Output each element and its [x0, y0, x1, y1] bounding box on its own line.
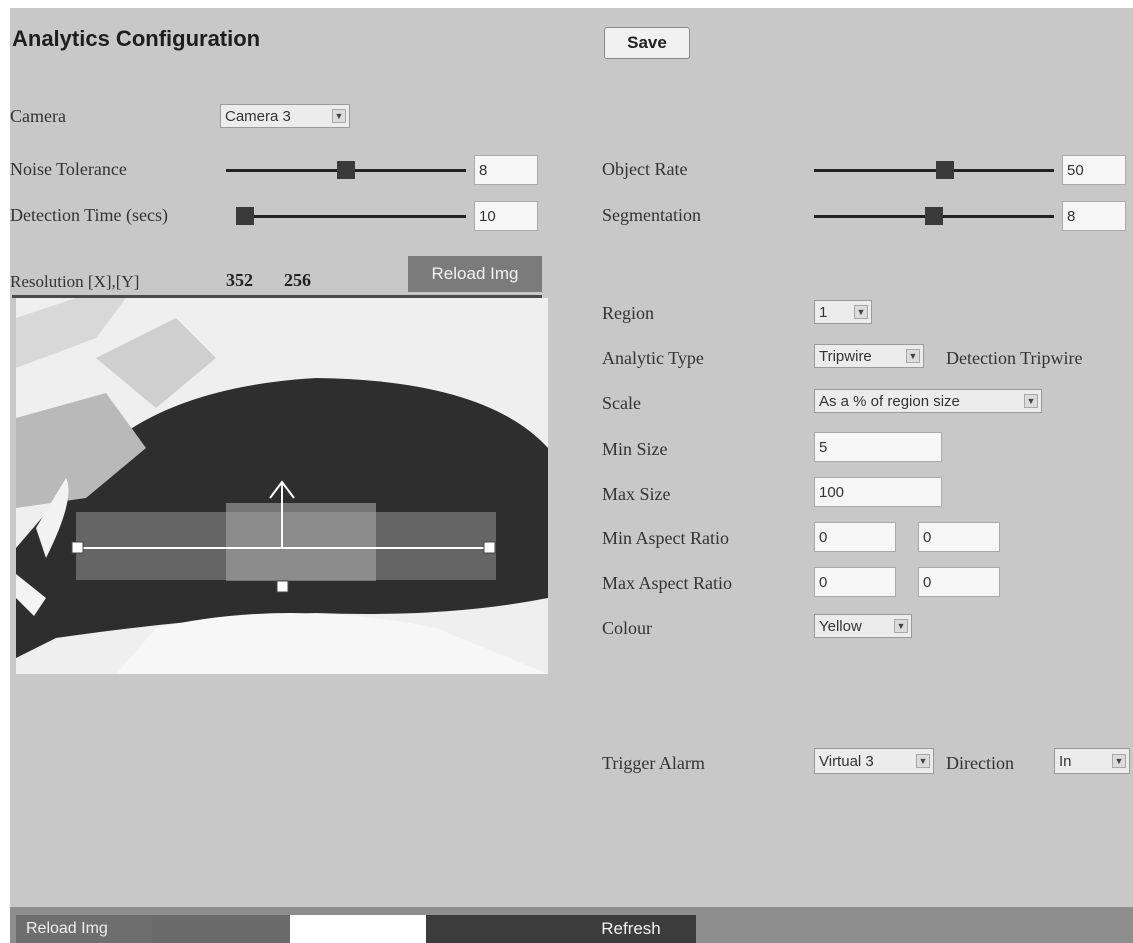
camera-preview-image — [16, 298, 548, 674]
max-aspect-ratio-input-1[interactable]: 0 — [814, 567, 896, 597]
detection-time-input[interactable]: 10 — [474, 201, 538, 231]
page-title: Analytics Configuration — [12, 26, 261, 51]
slider-track — [236, 215, 466, 218]
min-aspect-ratio-input-2[interactable]: 0 — [918, 522, 1000, 552]
detection-time-label: Detection Time (secs) — [10, 205, 168, 225]
colour-select[interactable]: Yellow ▼ — [814, 614, 912, 638]
noise-tolerance-input[interactable]: 8 — [474, 155, 538, 185]
segmentation-label: Segmentation — [602, 205, 701, 225]
min-aspect-ratio-label: Min Aspect Ratio — [602, 528, 729, 548]
chevron-down-icon: ▼ — [1112, 754, 1126, 768]
direction-select[interactable]: In ▼ — [1054, 748, 1130, 774]
region-select[interactable]: 1 ▼ — [814, 300, 872, 324]
segmentation-input[interactable]: 8 — [1062, 201, 1126, 231]
resolution-y: 256 — [284, 270, 311, 290]
min-size-label: Min Size — [602, 439, 668, 459]
chevron-down-icon: ▼ — [332, 109, 346, 123]
slider-track — [814, 169, 1054, 172]
object-rate-label: Object Rate — [602, 159, 688, 179]
refresh-button[interactable]: Refresh — [426, 915, 696, 943]
camera-select[interactable]: Camera 3 ▼ — [220, 104, 350, 128]
scale-select-value: As a % of region size — [819, 392, 960, 410]
analytic-type-label: Analytic Type — [602, 348, 704, 368]
reload-image-button[interactable]: Reload Img — [408, 256, 542, 292]
bottom-bar-segment — [152, 915, 290, 943]
max-aspect-ratio-input-2[interactable]: 0 — [918, 567, 1000, 597]
chevron-down-icon: ▼ — [1024, 394, 1038, 408]
slider-thumb[interactable] — [236, 207, 254, 225]
scale-select[interactable]: As a % of region size ▼ — [814, 389, 1042, 413]
detection-time-slider[interactable] — [236, 206, 466, 226]
direction-select-value: In — [1059, 752, 1072, 770]
trigger-alarm-label: Trigger Alarm — [602, 753, 705, 773]
min-aspect-ratio-input-1[interactable]: 0 — [814, 522, 896, 552]
trigger-alarm-select-value: Virtual 3 — [819, 752, 874, 770]
colour-label: Colour — [602, 618, 653, 638]
slider-thumb[interactable] — [936, 161, 955, 179]
config-panel: Analytics Configuration Save Camera Came… — [10, 8, 1133, 943]
slider-thumb[interactable] — [337, 161, 355, 179]
bottom-bar-blank — [290, 915, 426, 943]
object-rate-input[interactable]: 50 — [1062, 155, 1126, 185]
slider-thumb[interactable] — [925, 207, 943, 225]
analytic-type-detail: Detection Tripwire — [946, 348, 1083, 368]
camera-preview[interactable] — [16, 298, 548, 674]
region-select-value: 1 — [819, 303, 828, 321]
region-label: Region — [602, 303, 654, 323]
max-size-input[interactable]: 100 — [814, 477, 942, 507]
max-aspect-ratio-label: Max Aspect Ratio — [602, 573, 732, 593]
scale-label: Scale — [602, 393, 641, 413]
noise-tolerance-label: Noise Tolerance — [10, 159, 127, 179]
colour-select-value: Yellow — [819, 617, 862, 635]
resolution-label: Resolution [X],[Y] — [10, 272, 140, 291]
min-size-input[interactable]: 5 — [814, 432, 942, 462]
direction-label: Direction — [946, 753, 1014, 773]
max-size-label: Max Size — [602, 484, 671, 504]
noise-tolerance-slider[interactable] — [226, 160, 466, 180]
trigger-alarm-select[interactable]: Virtual 3 ▼ — [814, 748, 934, 774]
chevron-down-icon: ▼ — [894, 619, 908, 633]
save-button[interactable]: Save — [604, 27, 690, 59]
camera-select-value: Camera 3 — [225, 107, 291, 125]
analytic-type-select-value: Tripwire — [819, 347, 872, 365]
chevron-down-icon: ▼ — [906, 349, 920, 363]
segmentation-slider[interactable] — [814, 206, 1054, 226]
analytic-type-select[interactable]: Tripwire ▼ — [814, 344, 924, 368]
chevron-down-icon: ▼ — [916, 754, 930, 768]
camera-label: Camera — [10, 106, 66, 126]
resolution-x: 352 — [226, 270, 253, 290]
bottom-reload-image-button[interactable]: Reload Img — [16, 915, 152, 943]
object-rate-slider[interactable] — [814, 160, 1054, 180]
chevron-down-icon: ▼ — [854, 305, 868, 319]
